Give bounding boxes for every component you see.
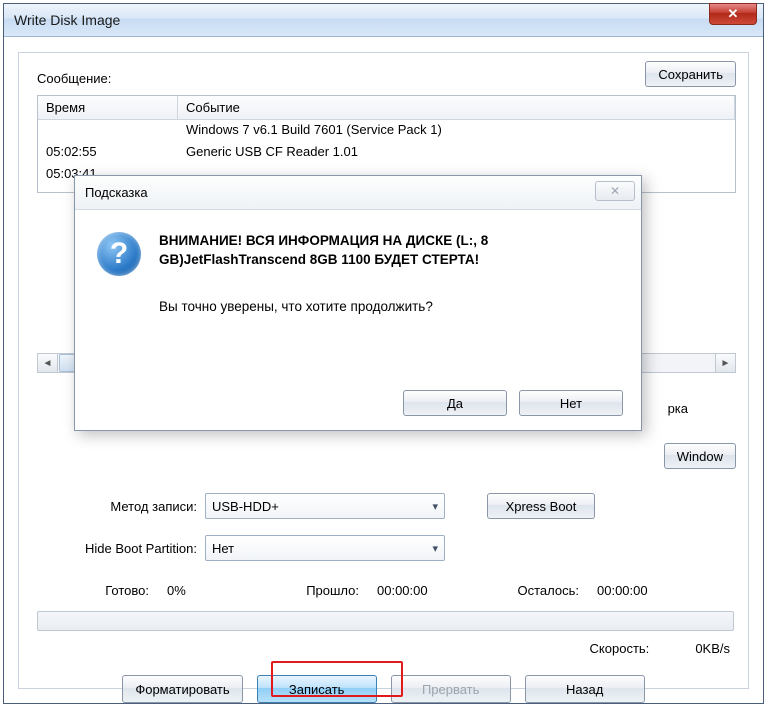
remaining-value: 00:00:00: [579, 583, 648, 598]
message-label: Сообщение:: [37, 71, 111, 86]
scroll-left-icon[interactable]: ◄: [38, 354, 58, 372]
no-button[interactable]: Нет: [519, 390, 623, 416]
dialog-titlebar[interactable]: Подсказка ✕: [75, 176, 641, 210]
titlebar[interactable]: Write Disk Image ✕: [4, 4, 763, 37]
hide-boot-combo[interactable]: Нет: [205, 535, 445, 561]
dialog-title: Подсказка: [85, 185, 148, 200]
confirm-dialog: Подсказка ✕ ? ВНИМАНИЕ! ВСЯ ИНФОРМАЦИЯ Н…: [74, 175, 642, 431]
ready-value: 0%: [149, 583, 239, 598]
save-button[interactable]: Сохранить: [645, 61, 736, 87]
format-button[interactable]: Форматировать: [122, 675, 242, 703]
write-method-combo[interactable]: USB-HDD+: [205, 493, 445, 519]
bottom-button-row: Форматировать Записать Прервать Назад: [19, 675, 748, 703]
ready-label: Готово:: [59, 583, 149, 598]
scroll-right-icon[interactable]: ►: [715, 354, 735, 372]
partial-check-label: рка: [668, 401, 688, 416]
write-button[interactable]: Записать: [257, 675, 377, 703]
table-row: Windows 7 v6.1 Build 7601 (Service Pack …: [38, 120, 735, 142]
progress-bar: [37, 611, 734, 631]
remaining-label: Осталось:: [469, 583, 579, 598]
back-button[interactable]: Назад: [525, 675, 645, 703]
speed-value: 0KB/s: [695, 641, 730, 656]
hide-boot-row: Hide Boot Partition: Нет: [27, 535, 445, 561]
abort-button: Прервать: [391, 675, 511, 703]
speed-row: Скорость: 0KB/s: [590, 641, 730, 656]
disk-image-input-button[interactable]: Window: [664, 443, 736, 469]
write-method-label: Метод записи:: [27, 499, 197, 514]
window-title: Write Disk Image: [14, 12, 120, 28]
col-event-header[interactable]: Событие: [178, 96, 735, 119]
question-icon: ?: [97, 232, 141, 276]
elapsed-value: 00:00:00: [359, 583, 469, 598]
write-method-row: Метод записи: USB-HDD+: [27, 493, 445, 519]
xpress-boot-button[interactable]: Xpress Boot: [487, 493, 595, 519]
status-row: Готово: 0% Прошло: 00:00:00 Осталось: 00…: [59, 583, 728, 598]
yes-button[interactable]: Да: [403, 390, 507, 416]
close-icon[interactable]: ✕: [709, 3, 757, 25]
grid-header: Время Событие: [38, 96, 735, 120]
elapsed-label: Прошло:: [239, 583, 359, 598]
dialog-text: ВНИМАНИЕ! ВСЯ ИНФОРМАЦИЯ НА ДИСКЕ (L:, 8…: [159, 232, 488, 317]
dialog-close-icon[interactable]: ✕: [595, 181, 635, 201]
speed-label: Скорость:: [590, 641, 650, 656]
col-time-header[interactable]: Время: [38, 96, 178, 119]
hide-boot-label: Hide Boot Partition:: [27, 541, 197, 556]
table-row: 05:02:55 Generic USB CF Reader 1.01: [38, 142, 735, 164]
